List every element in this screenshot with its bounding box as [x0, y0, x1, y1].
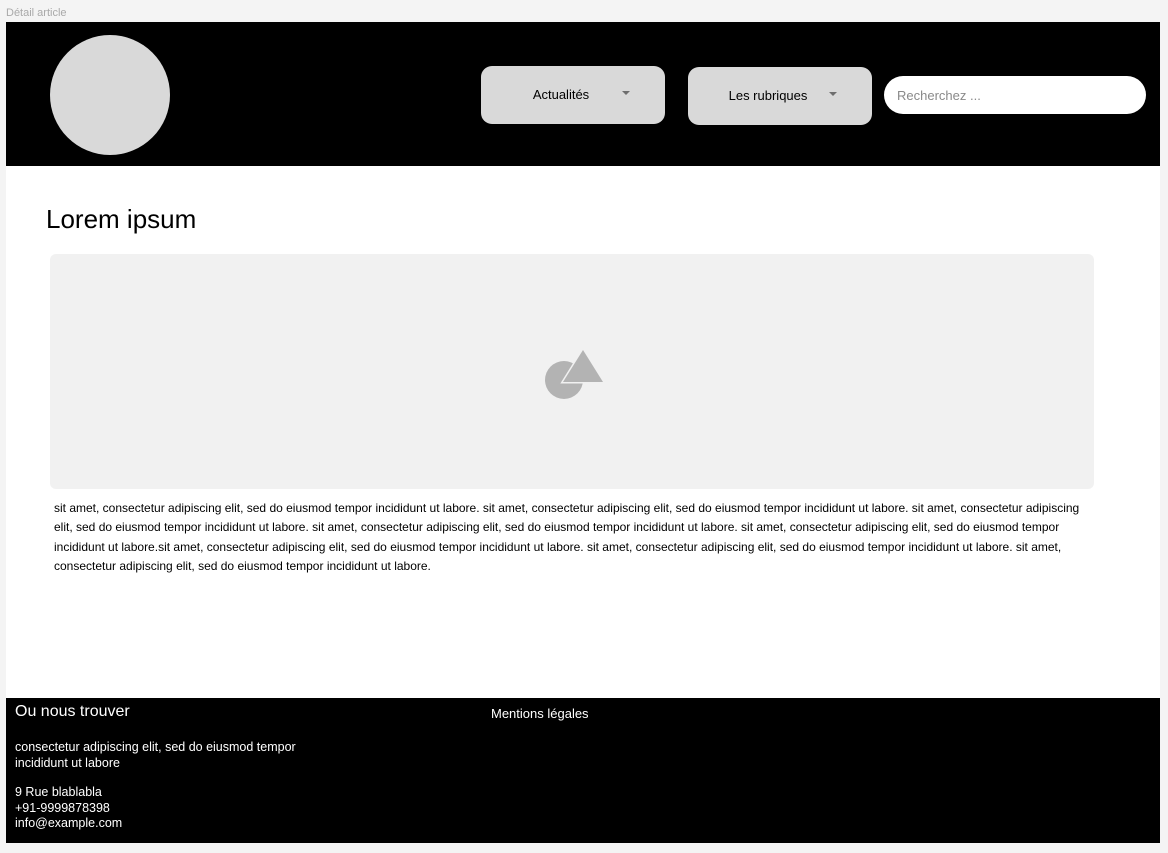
- footer-email[interactable]: info@example.com: [15, 816, 122, 832]
- actualites-dropdown-wrapper: Actualités: [481, 66, 665, 124]
- logo-placeholder[interactable]: [50, 35, 170, 155]
- footer-phone: +91-9999878398: [15, 800, 110, 815]
- article-image: [50, 254, 1094, 489]
- site-footer: Ou nous trouver consectetur adipiscing e…: [6, 698, 1160, 843]
- footer-contact: 9 Rue blablabla +91-9999878398 info@exam…: [15, 785, 122, 832]
- site-header: Actualités Les rubriques: [6, 22, 1160, 166]
- footer-description: consectetur adipiscing elit, sed do eius…: [15, 740, 296, 770]
- chevron-down-icon: [622, 91, 630, 95]
- page-title: Lorem ipsum: [46, 204, 197, 234]
- article-page: Actualités Les rubriques Lorem ipsum sit…: [6, 22, 1160, 843]
- rubriques-dropdown[interactable]: Les rubriques: [688, 67, 872, 125]
- search-input[interactable]: [884, 76, 1146, 114]
- legal-notice-link[interactable]: Mentions légales: [491, 706, 589, 721]
- actualites-dropdown-label: Actualités: [532, 87, 590, 102]
- actualites-dropdown[interactable]: Actualités: [481, 66, 665, 124]
- footer-address: 9 Rue blablabla: [15, 785, 102, 799]
- rubriques-dropdown-label: Les rubriques: [728, 88, 808, 103]
- footer-title: Ou nous trouver: [15, 703, 130, 720]
- image-placeholder-icon: [545, 348, 603, 399]
- chevron-down-icon: [829, 92, 837, 96]
- rubriques-dropdown-wrapper: Les rubriques: [688, 67, 872, 125]
- article-body: sit amet, consectetur adipiscing elit, s…: [54, 501, 1080, 573]
- frame-label: Détail article: [6, 7, 67, 19]
